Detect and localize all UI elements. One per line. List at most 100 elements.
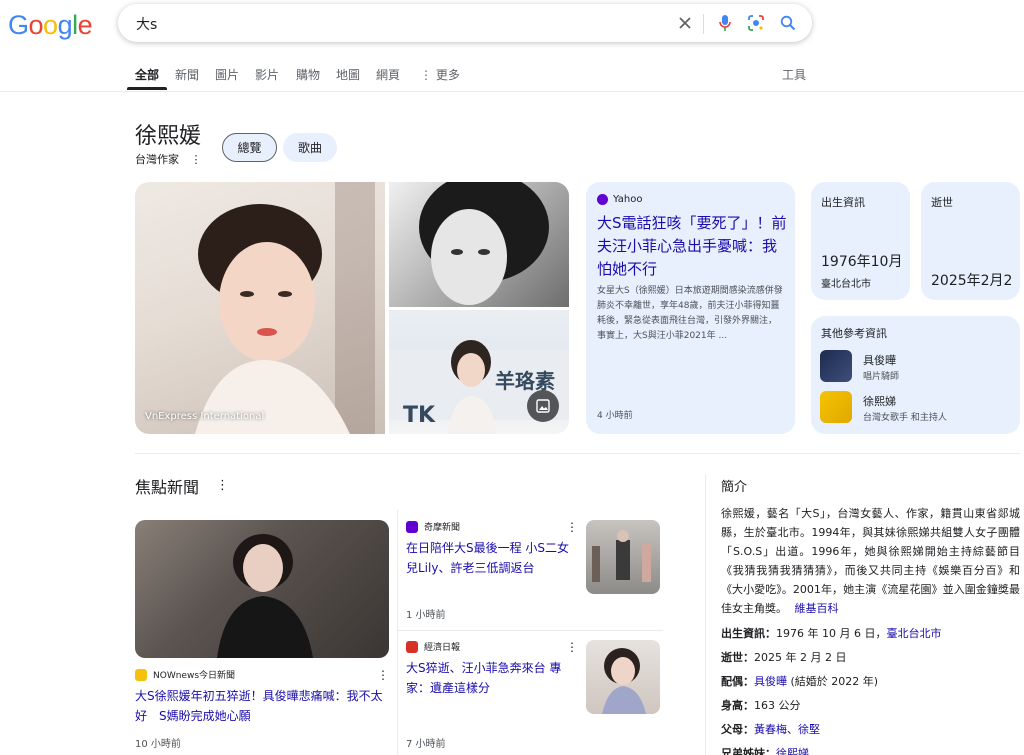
fact-death-date: 2025年2月2 <box>931 273 1013 289</box>
more-vert-icon[interactable]: ⋮ <box>566 640 578 654</box>
fact-death-label: 逝世 <box>931 196 953 209</box>
related-person[interactable]: 具俊曄 唱片騎師 <box>820 350 1015 384</box>
entity-image-3[interactable]: TK 羊珞素 <box>389 310 569 434</box>
section-divider <box>135 453 1020 454</box>
tab-more-label: 更多 <box>435 68 460 82</box>
active-tab-indicator <box>127 87 167 90</box>
news-card[interactable]: Yahoo 大S電話狂咳「要死了」！前夫汪小菲心急出手憂喊：我怕她不行 女星大S… <box>586 182 795 434</box>
news-card-title[interactable]: 大S電話狂咳「要死了」！前夫汪小菲心急出手憂喊：我怕她不行 <box>597 212 787 281</box>
google-logo[interactable]: Google <box>8 10 93 41</box>
search-input[interactable]: 大s <box>136 14 157 34</box>
about-row-label: 出生資訊： <box>721 627 776 640</box>
story-time: 10 小時前 <box>135 739 181 750</box>
microphone-icon[interactable] <box>714 12 736 34</box>
tools-button[interactable]: 工具 <box>782 66 806 83</box>
view-images-button[interactable] <box>527 390 559 422</box>
avatar <box>820 391 852 423</box>
related-people-label: 其他參考資訊 <box>821 327 887 340</box>
image-icon <box>536 399 550 413</box>
about-row-birth: 出生資訊：1976 年 10 月 6 日，臺北台北市 <box>721 625 941 641</box>
tab-videos[interactable]: 影片 <box>255 66 279 83</box>
news-card-source-label: Yahoo <box>613 194 643 205</box>
spouse-link[interactable]: 具俊曄 <box>754 675 787 688</box>
story-source-label: 經濟日報 <box>424 643 461 653</box>
about-row-death: 逝世：2025 年 2 月 2 日 <box>721 649 846 665</box>
news-card-snippet: 女星大S（徐熙媛）日本旅遊期間感染流感併發肺炎不幸離世，享年48歲，前夫汪小菲得… <box>597 286 783 341</box>
story-source-label: NOWnews今日新聞 <box>153 671 236 681</box>
fact-birth-label: 出生資訊 <box>821 196 865 209</box>
tab-web[interactable]: 網頁 <box>376 66 400 83</box>
parent-link[interactable]: 徐堅 <box>798 723 820 736</box>
about-row-label: 父母： <box>721 723 754 736</box>
search-box[interactable]: 大s <box>118 4 812 42</box>
wikipedia-link[interactable]: 維基百科 <box>795 602 839 615</box>
airport-photo-illustration <box>592 530 651 582</box>
search-icon[interactable] <box>777 12 799 34</box>
tab-images[interactable]: 圖片 <box>215 66 239 83</box>
search-divider <box>703 14 704 34</box>
about-row-label: 身高： <box>721 699 754 712</box>
story-time: 7 小時前 <box>406 739 446 750</box>
parent-link[interactable]: 黃春梅 <box>754 723 787 736</box>
about-row-value: 1976 年 10 月 6 日， <box>776 627 887 640</box>
related-person-name: 徐熙娣 <box>863 395 896 408</box>
more-vert-icon[interactable]: ⋮ <box>191 153 202 166</box>
news-card-time: 4 小時前 <box>597 411 633 421</box>
about-row-parents: 父母：黃春梅、徐堅 <box>721 721 820 737</box>
fact-card-death[interactable]: 逝世 2025年2月2 <box>921 182 1020 300</box>
about-description: 徐熙媛，藝名「大S」，台灣女藝人、作家，籍貫山東省郯城縣，生於臺北市。1994年… <box>721 507 1020 615</box>
fact-birth-place: 臺北台北市 <box>821 279 871 290</box>
entity-subtitle-text: 台灣作家 <box>135 153 179 166</box>
chip-overview[interactable]: 總覽 <box>222 133 277 162</box>
top-stories-title: 焦點新聞 <box>135 478 200 497</box>
entity-subtitle: 台灣作家 ⋮ <box>135 151 202 167</box>
related-person-name: 具俊曄 <box>863 354 896 367</box>
more-vert-icon[interactable]: ⋮ <box>566 520 578 534</box>
birthplace-link[interactable]: 臺北台北市 <box>886 627 941 640</box>
story-title[interactable]: 在日陪伴大S最後一程 小S二女兒Lily、許老三低調返台 <box>406 538 578 578</box>
lens-icon[interactable] <box>745 12 767 34</box>
fact-birth-date: 1976年10月 <box>821 254 903 270</box>
clear-icon[interactable] <box>674 12 696 34</box>
story-title[interactable]: 大S猝逝、汪小菲急奔來台 專家：遺產這樣分 <box>406 658 578 698</box>
fact-card-birth[interactable]: 出生資訊 1976年10月 臺北台北市 <box>811 182 910 300</box>
story-thumbnail[interactable] <box>586 520 660 594</box>
portrait-thumb-illustration <box>602 648 646 714</box>
udn-icon <box>406 640 418 653</box>
more-vert-icon[interactable]: ⋮ <box>216 478 229 493</box>
tab-all[interactable]: 全部 <box>135 66 159 83</box>
sibling-link[interactable]: 徐熙娣 <box>776 747 809 755</box>
about-row-height: 身高：163 公分 <box>721 697 801 713</box>
more-vert-icon: ⋮ <box>420 68 432 82</box>
tab-maps[interactable]: 地圖 <box>336 66 360 83</box>
story-title[interactable]: 大S徐熙媛年初五猝逝！具俊曄悲痛喊：我不太好 S媽盼完成她心願 <box>135 686 393 726</box>
more-vert-icon[interactable]: ⋮ <box>377 668 389 682</box>
entity-image-main[interactable]: VnExpress International <box>135 182 385 434</box>
about-row-label: 逝世： <box>721 651 754 664</box>
chip-songs[interactable]: 歌曲 <box>283 133 337 162</box>
avatar <box>820 350 852 382</box>
story-image[interactable] <box>135 520 389 658</box>
story-time: 1 小時前 <box>406 610 446 621</box>
story-photo-illustration <box>217 534 313 658</box>
yahoo-icon <box>597 194 608 205</box>
about-row-note: (結婚於 2022 年) <box>787 675 879 688</box>
about-row-value: 2025 年 2 月 2 日 <box>754 651 847 664</box>
about-row-label: 配偶： <box>721 675 754 688</box>
svg-text:TK: TK <box>403 403 436 428</box>
story-thumbnail[interactable] <box>586 640 660 714</box>
about-row-comma: 、 <box>787 723 798 736</box>
entity-image-2[interactable] <box>389 182 569 307</box>
tab-news[interactable]: 新聞 <box>175 66 199 83</box>
column-divider <box>397 510 398 755</box>
about-row-label: 兄弟姊妹： <box>721 747 776 755</box>
news-card-source: Yahoo <box>597 194 642 205</box>
related-person-desc: 台灣女歌手 和主持人 <box>863 413 947 423</box>
about-text: 徐熙媛，藝名「大S」，台灣女藝人、作家，籍貫山東省郯城縣，生於臺北市。1994年… <box>721 504 1020 618</box>
story-source: 奇摩新聞 <box>406 520 460 533</box>
related-person[interactable]: 徐熙娣 台灣女歌手 和主持人 <box>820 391 1015 425</box>
tab-shopping[interactable]: 購物 <box>296 66 320 83</box>
tab-more[interactable]: ⋮ 更多 <box>420 66 460 83</box>
yahoo-news-icon <box>406 520 418 533</box>
bw-portrait-illustration <box>419 182 549 305</box>
